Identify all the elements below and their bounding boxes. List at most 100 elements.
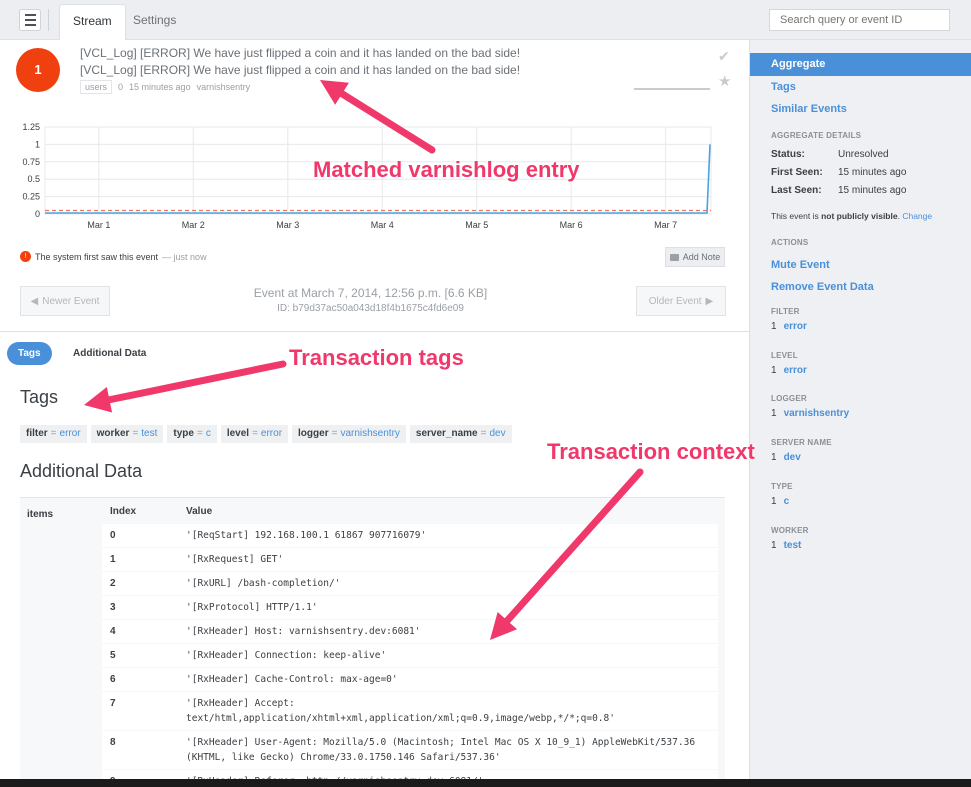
group-value-row[interactable]: 1c (771, 496, 789, 507)
annotation-matched-entry: Matched varnishlog entry (313, 157, 580, 182)
row-value: '[RxHeader] User-Agent: Mozilla/5.0 (Mac… (178, 729, 718, 769)
tag-equals: = (252, 428, 258, 439)
tag-key: server_name (415, 428, 478, 439)
row-index: 2 (102, 570, 178, 595)
detail-first-seen: First Seen: 15 minutes ago (771, 167, 906, 178)
event-meta: users 0 15 minutes ago varnishsentry (80, 80, 250, 94)
sidebar-item-tags[interactable]: Tags (771, 81, 796, 93)
row-index: 4 (102, 618, 178, 643)
add-note-button[interactable]: Add Note (665, 247, 725, 267)
group-heading: SERVER NAME (771, 438, 832, 447)
y-tick-label: 1 (35, 139, 40, 149)
row-index: 5 (102, 642, 178, 667)
aggregate-sidebar: Aggregate Tags Similar Events AGGREGATE … (749, 40, 971, 787)
tag-server_name[interactable]: server_name = dev (409, 425, 512, 443)
group-value-row[interactable]: 1 dev (771, 452, 801, 463)
row-index: 0 (102, 522, 178, 547)
detail-last-seen: Last Seen: 15 minutes ago (771, 185, 906, 196)
group-count: 1 (771, 365, 777, 376)
group-value[interactable]: error (784, 365, 807, 376)
row-value: '[RxHeader] Host: varnishsentry.dev:6081… (178, 618, 718, 643)
y-tick-label: 1.25 (22, 122, 40, 132)
search-input[interactable] (769, 9, 950, 31)
group-count: 1 (771, 496, 777, 507)
x-tick-label: Mar 7 (654, 220, 677, 230)
x-tick-label: Mar 3 (276, 220, 299, 230)
actions-heading: ACTIONS (771, 238, 809, 247)
note-icon (669, 253, 679, 261)
subtab-tags[interactable]: Tags (7, 342, 52, 365)
table-row: 6 '[RxHeader] Cache-Control: max-age=0' (102, 666, 718, 691)
event-id: ID: b79d37ac50a043d18f4b1675c4fd6e09 (277, 303, 464, 314)
table-row: 4 '[RxHeader] Host: varnishsentry.dev:608… (102, 618, 718, 643)
event-title[interactable]: [VCL_Log] [ERROR] We have just flipped a… (80, 46, 520, 60)
subtab-additional-data[interactable]: Additional Data (62, 342, 157, 365)
table-row: 0 '[ReqStart] 192.168.100.1 61867 9077160… (102, 522, 718, 547)
tag-logger[interactable]: logger = varnishsentry (292, 425, 406, 443)
sidebar-item-aggregate[interactable]: Aggregate (750, 53, 971, 76)
column-header-index: Index (110, 506, 137, 518)
bookmark-star-icon[interactable]: ★ (718, 72, 731, 90)
group-count: 1 (771, 452, 777, 463)
sidebar-item-similar-events[interactable]: Similar Events (771, 103, 847, 115)
tag-worker[interactable]: worker = test (90, 425, 164, 443)
x-tick-label: Mar 1 (87, 220, 110, 230)
group-value-row[interactable]: 1 test (771, 540, 801, 551)
chevron-right-icon: ▶ (705, 295, 714, 307)
group-value-row[interactable]: 1 varnishsentry (771, 408, 849, 419)
row-index: 7 (102, 690, 178, 730)
users-count: 0 (118, 82, 124, 92)
topbar-divider (48, 9, 49, 31)
table-row: 1 '[RxRequest] GET' (102, 546, 718, 571)
group-heading: LEVEL (771, 351, 798, 360)
chevron-left-icon: ◀ (30, 295, 39, 307)
time-ago: 15 minutes ago (129, 82, 191, 92)
tag-key: logger (298, 428, 329, 439)
tab-settings[interactable]: Settings (120, 4, 189, 40)
older-event-button[interactable]: Older Event ▶ (636, 286, 726, 316)
annotation-transaction-context: Transaction context (547, 439, 755, 464)
resolve-check-icon[interactable]: ✔ (718, 48, 730, 65)
row-value: '[RxURL] /bash-completion/' (178, 570, 718, 595)
tag-level[interactable]: level = error (220, 425, 289, 443)
tag-value: error (59, 428, 81, 439)
group-value[interactable]: dev (784, 452, 801, 463)
add-note-label: Add Note (682, 252, 721, 262)
group-heading: LOGGER (771, 394, 807, 403)
y-tick-label: 0 (35, 209, 40, 219)
x-tick-label: Mar 5 (465, 220, 488, 230)
mute-event-button[interactable]: Mute Event (771, 259, 830, 271)
group-value[interactable]: error (784, 321, 807, 332)
tag-filter[interactable]: filter = error (20, 425, 87, 443)
group-count: 1 (771, 321, 777, 332)
group-value[interactable]: varnishsentry (784, 408, 850, 419)
group-count: 1 (771, 540, 777, 551)
change-visibility-link[interactable]: Change (902, 211, 932, 221)
table-row: 3 '[RxProtocol] HTTP/1.1' (102, 594, 718, 619)
newer-event-label: Newer Event (42, 295, 100, 307)
group-value[interactable]: c (784, 496, 790, 507)
tag-value: error (260, 428, 283, 439)
group-value[interactable]: test (784, 540, 802, 551)
group-heading: FILTER (771, 307, 800, 316)
newer-event-button[interactable]: ◀ Newer Event (20, 286, 110, 316)
group-value-row[interactable]: 1 error (771, 365, 807, 376)
group-value-row[interactable]: 1 error (771, 321, 807, 332)
tags-heading: Tags (20, 387, 59, 407)
section-divider (0, 331, 749, 332)
tag-key: level (226, 428, 250, 439)
row-value: '[RxHeader] Cache-Control: max-age=0' (178, 666, 718, 691)
tag-type[interactable]: type = c (167, 425, 217, 443)
column-header-value: Value (186, 506, 213, 518)
tag-equals: = (331, 428, 338, 439)
older-event-label: Older Event (648, 295, 702, 307)
tab-stream[interactable]: Stream (59, 4, 126, 40)
tag-equals: = (132, 428, 139, 439)
additional-data-heading: Additional Data (20, 461, 143, 481)
remove-event-data-button[interactable]: Remove Event Data (771, 281, 874, 293)
row-index: 8 (102, 729, 178, 769)
y-tick-label: 0.25 (22, 192, 40, 202)
menu-icon[interactable] (19, 9, 41, 31)
event-timestamp: Event at March 7, 2014, 12:56 p.m. [6.6 … (253, 286, 488, 300)
items-table: Index Value 0 '[ReqStart] 192.168.100.1 6… (102, 501, 718, 787)
